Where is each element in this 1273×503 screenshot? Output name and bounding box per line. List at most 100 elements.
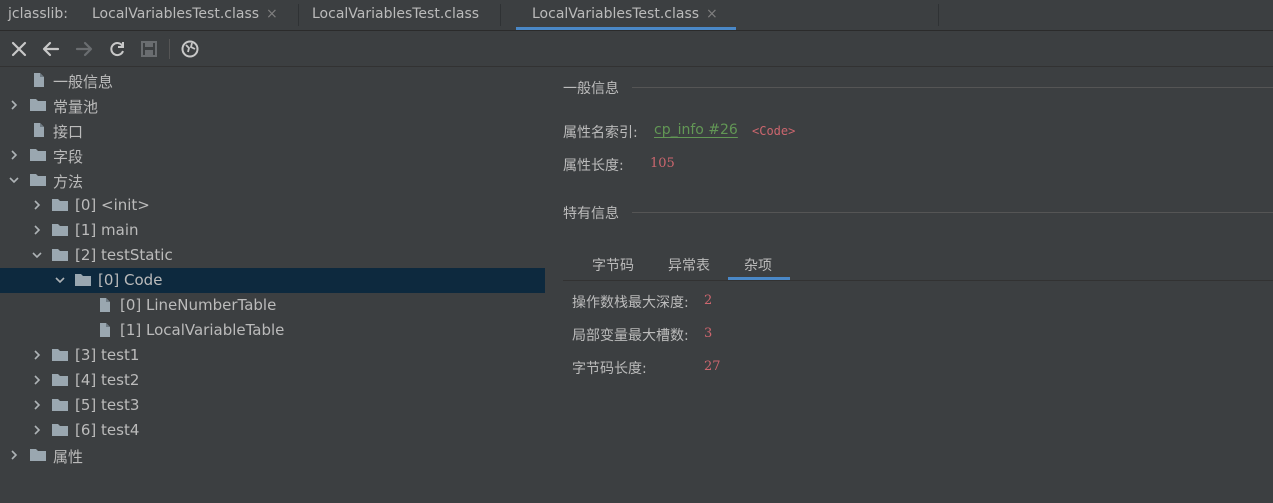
tree-item-label: [1] main [75,221,139,239]
folder-icon [51,347,69,363]
file-icon [30,122,48,138]
active-tab-indicator [728,277,790,280]
tree-item-label: [1] LocalVariableTable [120,321,285,339]
attribute-name-index-label: 属性名索引: [563,125,638,141]
attribute-name-index-link[interactable]: cp_info #26 [654,122,738,138]
toolbar-divider [169,39,170,59]
code-length-label: 字节码长度: [572,361,647,377]
chevron-right-icon[interactable] [8,99,20,111]
tabbar-prefix: jclasslib: [8,6,69,22]
tree-item-general-info[interactable]: 一般信息 [0,68,545,93]
tree-item-attributes[interactable]: 属性 [0,443,545,468]
folder-icon [51,247,69,263]
tree-item-label: [0] LineNumberTable [120,296,277,314]
toolbar [0,31,1273,67]
chevron-right-icon[interactable] [31,349,43,361]
chevron-right-icon[interactable] [31,399,43,411]
tree-item-linenumbertable[interactable]: [0] LineNumberTable [0,293,545,318]
tree-item-label: [4] test2 [75,371,140,389]
chevron-right-icon[interactable] [31,374,43,386]
tree-item-label: 常量池 [53,98,99,116]
tree-item-label: [0] Code [98,271,163,289]
chevron-down-icon[interactable] [8,174,20,186]
tab-localvariablestest-3[interactable]: LocalVariablesTest.class × [516,0,736,30]
save-icon[interactable] [139,39,159,59]
folder-icon [51,222,69,238]
tree-item-label: [3] test1 [75,346,140,364]
chevron-right-icon[interactable] [8,449,20,461]
tree-item-label: [2] testStatic [75,246,173,264]
tree-item-method-main[interactable]: [1] main [0,218,545,243]
tree-item-localvariabletable[interactable]: [1] LocalVariableTable [0,318,545,343]
close-icon[interactable]: × [706,6,718,22]
tree-item-methods[interactable]: 方法 [0,168,545,193]
chevron-right-icon[interactable] [31,199,43,211]
web-icon[interactable] [180,39,200,59]
folder-icon [29,447,47,463]
tree-item-method-init[interactable]: [0] <init> [0,193,545,218]
refresh-icon[interactable] [107,39,127,59]
file-icon [96,322,114,338]
folder-icon [51,422,69,438]
tab-label: LocalVariablesTest.class [532,6,700,22]
chevron-down-icon[interactable] [31,249,43,261]
general-info-title: 一般信息 [563,81,619,97]
tree-item-constant-pool[interactable]: 常量池 [0,93,545,118]
close-icon[interactable] [9,39,29,59]
tab-divider [500,4,501,26]
tree-item-label: [0] <init> [75,196,150,214]
folder-icon [51,197,69,213]
attribute-name-value: <Code> [752,124,796,138]
tab-localvariablestest-1[interactable]: LocalVariablesTest.class × [92,0,278,30]
tree-item-method-test1[interactable]: [3] test1 [0,343,545,368]
tree-item-interfaces[interactable]: 接口 [0,118,545,143]
folder-icon [74,272,92,288]
tree-item-method-test2[interactable]: [4] test2 [0,368,545,393]
attribute-length-label: 属性长度: [563,158,624,174]
tree-item-label: [6] test4 [75,421,140,439]
file-icon [30,72,48,88]
tab-exception-table[interactable]: 异常表 [668,255,710,275]
tree-item-label: 接口 [53,123,84,141]
tree-item-label: 字段 [53,148,84,166]
chevron-right-icon[interactable] [31,224,43,236]
chevron-right-icon[interactable] [31,424,43,436]
forward-arrow-icon[interactable] [74,39,94,59]
chevron-down-icon[interactable] [54,274,66,286]
tree-item-code-attribute[interactable]: [0] Code [0,268,545,293]
tree-item-method-test4[interactable]: [6] test4 [0,418,545,443]
specific-info-title: 特有信息 [563,206,619,222]
tree-item-fields[interactable]: 字段 [0,143,545,168]
folder-icon [29,147,47,163]
tab-label: LocalVariablesTest.class [92,6,260,22]
tree-item-label: 方法 [53,173,84,191]
folder-icon [29,172,47,188]
code-length-value: 27 [704,359,721,374]
file-icon [96,297,114,313]
tab-divider [298,4,299,26]
structure-tree: 一般信息 常量池 接口 字段 方法 [0] <init> [1] main [2… [0,67,545,503]
folder-icon [51,397,69,413]
tree-item-label: [5] test3 [75,396,140,414]
tab-bytecode[interactable]: 字节码 [592,255,634,275]
attribute-length-value: 105 [650,156,675,171]
tree-item-method-teststatic[interactable]: [2] testStatic [0,243,545,268]
chevron-right-icon[interactable] [8,149,20,161]
max-stack-label: 操作数栈最大深度: [572,295,689,311]
folder-icon [29,97,47,113]
back-arrow-icon[interactable] [41,39,61,59]
tab-misc[interactable]: 杂项 [744,255,772,275]
section-divider [632,212,1273,213]
section-divider [632,87,1273,88]
folder-icon [51,372,69,388]
specific-info-tabs: 字节码 异常表 杂项 [563,249,1273,281]
tree-item-label: 一般信息 [53,73,114,91]
tree-item-method-test3[interactable]: [5] test3 [0,393,545,418]
max-locals-value: 3 [704,326,713,341]
editor-tab-bar: jclasslib: LocalVariablesTest.class × Loc… [0,0,1273,31]
tree-item-label: 属性 [53,448,84,466]
tab-localvariablestest-2[interactable]: LocalVariablesTest.class [312,0,479,30]
tab-label: LocalVariablesTest.class [312,6,480,22]
max-stack-value: 2 [704,293,713,308]
close-icon[interactable]: × [266,6,278,22]
